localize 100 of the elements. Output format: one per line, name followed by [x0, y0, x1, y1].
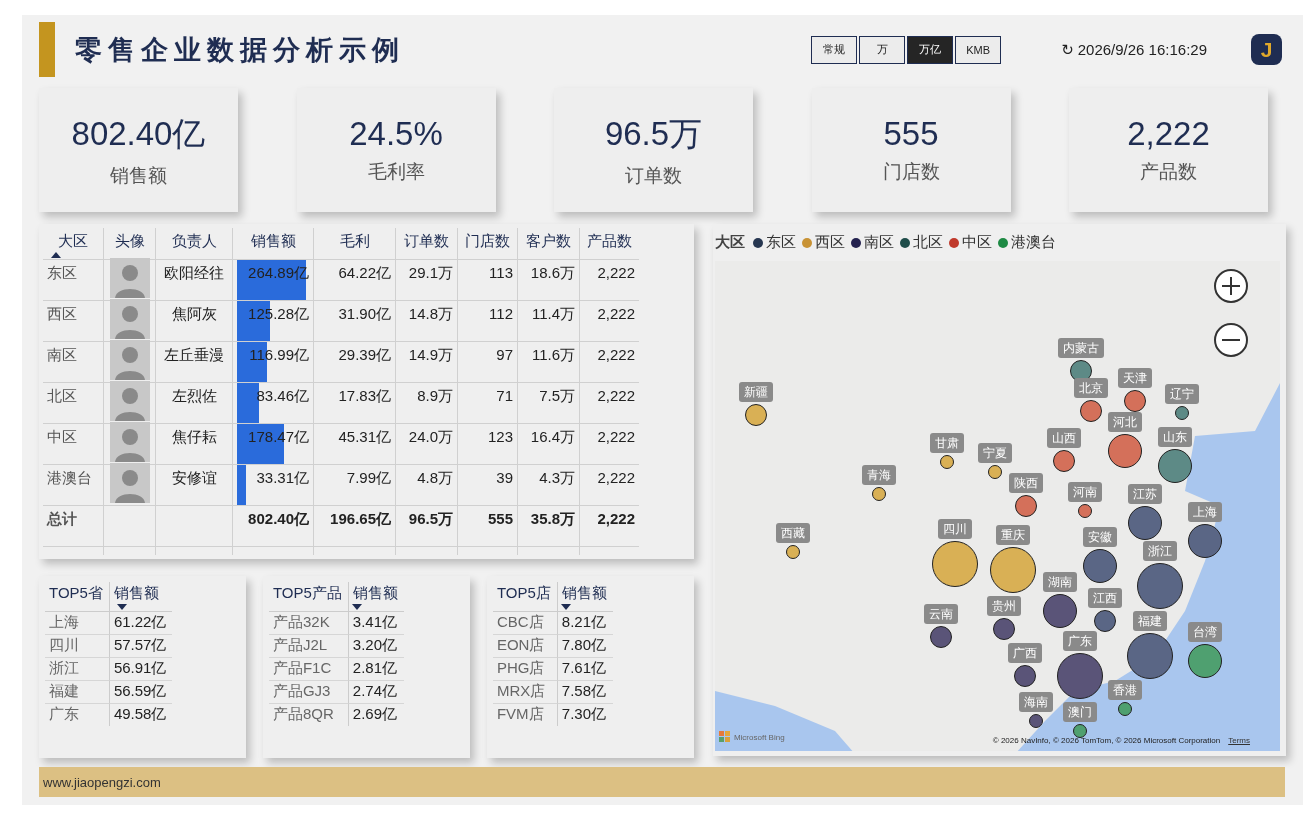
legend-label: 南区	[863, 233, 894, 252]
table-cell: 7.58亿	[557, 681, 613, 704]
table-cell: 29.39亿	[314, 342, 396, 383]
column-header[interactable]: 客户数	[518, 228, 580, 260]
map-bubble[interactable]	[987, 465, 1002, 479]
column-header[interactable]: TOP5店	[492, 582, 558, 612]
province-label: 河南	[1067, 482, 1102, 502]
refresh-icon[interactable]: ↻	[1061, 40, 1074, 59]
unit-button[interactable]: 万	[859, 35, 906, 64]
map-bubble[interactable]	[931, 541, 978, 587]
table-cell: 安修谊	[156, 465, 233, 506]
plus-icon	[1221, 276, 1241, 296]
unit-button[interactable]: 常规	[811, 35, 858, 64]
province-label: 内蒙古	[1057, 338, 1104, 358]
sort-descending-icon[interactable]	[352, 604, 363, 610]
column-header[interactable]: 大区	[43, 228, 104, 260]
table-cell: 焦阿灰	[156, 301, 233, 342]
province-label: 广东	[1062, 631, 1097, 651]
table-cell: 南区	[43, 342, 104, 383]
kpi-label: 毛利率	[367, 160, 425, 184]
map-bubble[interactable]	[744, 404, 767, 426]
table-cell: 11.6万	[518, 342, 580, 383]
map-bubble[interactable]	[992, 618, 1015, 640]
column-header[interactable]: 销售额	[348, 582, 404, 612]
sort-descending-icon[interactable]	[561, 604, 572, 610]
map-bubble[interactable]	[1013, 665, 1036, 687]
map-bubble[interactable]	[1123, 390, 1146, 412]
map-bubble[interactable]	[1077, 504, 1092, 518]
table-cell: 33.31亿	[256, 469, 309, 486]
map-bubble[interactable]	[1082, 549, 1117, 583]
map-bubble[interactable]	[1107, 434, 1142, 468]
legend-label: 北区	[912, 233, 943, 252]
map-bubble[interactable]	[1014, 495, 1037, 517]
table-cell: 45.31亿	[314, 424, 396, 465]
table-cell: PHG店	[492, 658, 558, 681]
column-header[interactable]: 负责人	[156, 228, 233, 260]
map-bubble[interactable]	[785, 545, 800, 559]
map-bubble[interactable]	[1042, 594, 1077, 628]
province-label: 辽宁	[1164, 384, 1199, 404]
table-cell: 中区	[43, 424, 104, 465]
terms-link[interactable]: Terms	[1228, 736, 1250, 745]
table-cell: 西区	[43, 301, 104, 342]
map-bubble[interactable]	[1056, 653, 1103, 699]
map-bubble[interactable]	[871, 487, 886, 501]
table-cell: 4.8万	[396, 465, 458, 506]
table-cell: FVM店	[492, 704, 558, 726]
map-copyright: © 2026 NavInfo, © 2026 TomTom, © 2026 Microsoft Corporation	[992, 736, 1221, 745]
column-header[interactable]: 门店数	[458, 228, 518, 260]
province-label: 重庆	[995, 525, 1030, 545]
column-header[interactable]: 产品数	[580, 228, 639, 260]
sort-ascending-icon[interactable]	[51, 252, 61, 258]
column-header[interactable]: TOP5省	[45, 582, 110, 612]
province-label: 澳门	[1062, 702, 1097, 722]
table-cell: 7.99亿	[314, 465, 396, 506]
table-cell-text: 49.58亿	[112, 704, 168, 724]
column-header[interactable]: 订单数	[396, 228, 458, 260]
province-label: 江苏	[1127, 484, 1162, 504]
table-cell: MRX店	[492, 681, 558, 704]
column-header[interactable]: TOP5产品	[268, 582, 349, 612]
table-cell: 4.3万	[518, 465, 580, 506]
table-cell: 39	[458, 465, 518, 506]
province-label: 河北	[1107, 412, 1142, 432]
table-cell: CBC店	[492, 612, 558, 635]
table-cell: 北区	[43, 383, 104, 424]
map-bubble[interactable]	[1079, 400, 1102, 422]
table-cell: EON店	[492, 635, 558, 658]
table-cell: 产品F1C	[268, 658, 349, 681]
table-cell: 14.9万	[396, 342, 458, 383]
column-header[interactable]: 销售额	[109, 582, 173, 612]
zoom-in-button[interactable]	[1214, 269, 1248, 303]
map-bubble[interactable]	[1126, 633, 1173, 679]
sort-descending-icon[interactable]	[117, 604, 128, 610]
table-cell: 2,222	[580, 424, 639, 465]
map-bubble[interactable]	[1174, 406, 1189, 420]
timestamp: 2026/9/26 16:16:29	[1077, 41, 1207, 58]
map-bubble[interactable]	[1052, 450, 1075, 472]
kpi-label: 销售额	[110, 163, 167, 188]
table-cell-text: 7.30亿	[560, 704, 607, 724]
zoom-out-button[interactable]	[1214, 323, 1248, 357]
table-cell: 123	[458, 424, 518, 465]
table-cell: 产品32K	[268, 612, 349, 635]
province-label: 青海	[861, 465, 896, 485]
map-bubble[interactable]	[989, 547, 1036, 593]
map-bubble[interactable]	[1136, 563, 1183, 609]
unit-button[interactable]: KMB	[955, 35, 1002, 64]
column-header[interactable]: 毛利	[314, 228, 396, 260]
map-bubble[interactable]	[1028, 714, 1043, 728]
table-cell: 11.4万	[518, 301, 580, 342]
avatar-placeholder	[109, 258, 150, 298]
map-bubble[interactable]	[939, 455, 954, 469]
map-bubble[interactable]	[929, 626, 952, 648]
province-label: 宁夏	[977, 443, 1012, 463]
unit-button[interactable]: 万亿	[907, 35, 954, 64]
map-bubble[interactable]	[1187, 524, 1222, 558]
column-header[interactable]: 销售额	[557, 582, 613, 612]
map-bubble[interactable]	[1127, 506, 1162, 540]
table-cell: 2,222	[580, 465, 639, 506]
map-bubble[interactable]	[1157, 449, 1192, 483]
map-bubble[interactable]	[1093, 610, 1116, 632]
table-cell: 产品GJ3	[268, 681, 349, 704]
